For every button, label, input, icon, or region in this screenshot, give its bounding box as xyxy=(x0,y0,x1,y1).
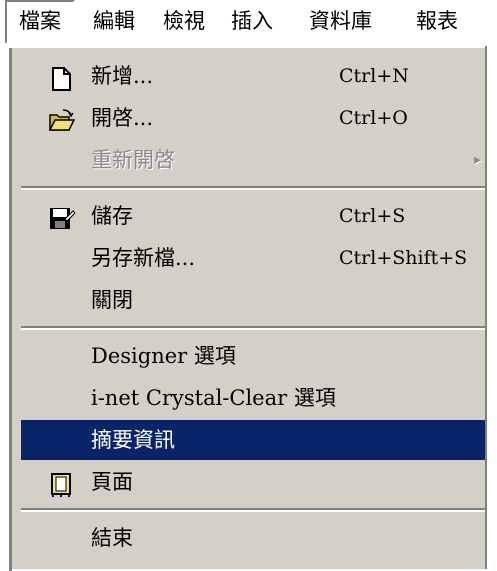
menu-item-label: 儲存 xyxy=(91,204,133,228)
menu-item-label: 開啓... xyxy=(91,106,154,130)
menu-item-label: Designer 選項 xyxy=(91,344,236,368)
menu-item-shortcut: Ctrl+N xyxy=(339,65,409,87)
save-disk-icon xyxy=(49,204,76,229)
menu-item-new[interactable]: 新增... Ctrl+N xyxy=(21,56,489,96)
menu-item-label: 關閉 xyxy=(91,288,133,312)
menu-bar: 檔案 編輯 檢視 插入 資料庫 報表 xyxy=(0,0,497,47)
open-folder-icon xyxy=(48,106,76,131)
menu-item-label: 結束 xyxy=(91,526,133,550)
menu-item-open[interactable]: 開啓... Ctrl+O xyxy=(21,98,489,138)
menu-item-shortcut: Ctrl+O xyxy=(339,107,408,129)
menu-file[interactable]: 檔案 xyxy=(5,0,75,44)
menu-item-save-as[interactable]: 另存新檔... Ctrl+Shift+S xyxy=(21,238,489,278)
menu-report[interactable]: 報表 xyxy=(402,0,472,42)
menu-item-label: i-net Crystal-Clear 選項 xyxy=(91,386,336,410)
menu-item-label: 重新開啓 xyxy=(91,148,175,172)
menu-item-shortcut: Ctrl+S xyxy=(339,205,406,227)
page-setup-icon xyxy=(49,470,75,497)
menu-separator xyxy=(21,508,489,512)
menu-item-label: 新增... xyxy=(91,64,154,88)
menu-separator xyxy=(21,326,489,330)
menu-item-shortcut: Ctrl+Shift+S xyxy=(339,247,468,269)
menu-item-designer-options[interactable]: Designer 選項 xyxy=(21,336,489,376)
menu-edit[interactable]: 編輯 xyxy=(84,0,144,42)
menu-item-label: 摘要資訊 xyxy=(91,428,175,452)
menu-item-label: 頁面 xyxy=(91,470,133,494)
menu-item-label: 另存新檔... xyxy=(91,246,196,270)
menu-item-close[interactable]: 關閉 xyxy=(21,280,489,320)
menu-database[interactable]: 資料庫 xyxy=(293,0,388,42)
menu-item-page[interactable]: 頁面 xyxy=(21,462,489,502)
window-background xyxy=(485,46,497,569)
menu-item-summary-info[interactable]: 摘要資訊 xyxy=(21,420,489,460)
menu-view[interactable]: 檢視 xyxy=(154,0,214,42)
menu-item-crystal-clear-options[interactable]: i-net Crystal-Clear 選項 xyxy=(21,378,489,418)
menu-item-exit[interactable]: 結束 xyxy=(21,518,489,558)
new-file-icon xyxy=(49,64,75,91)
file-menu-dropdown: 新增... Ctrl+N 開啓... Ctrl+O 重新開啓 ▸ 儲存 Ctrl… xyxy=(0,46,497,571)
submenu-arrow-icon: ▸ xyxy=(473,152,481,168)
menu-item-save[interactable]: 儲存 Ctrl+S xyxy=(21,196,489,236)
menu-separator xyxy=(21,186,489,190)
menu-insert[interactable]: 插入 xyxy=(222,0,282,42)
menu-item-reopen: 重新開啓 ▸ xyxy=(21,140,489,180)
